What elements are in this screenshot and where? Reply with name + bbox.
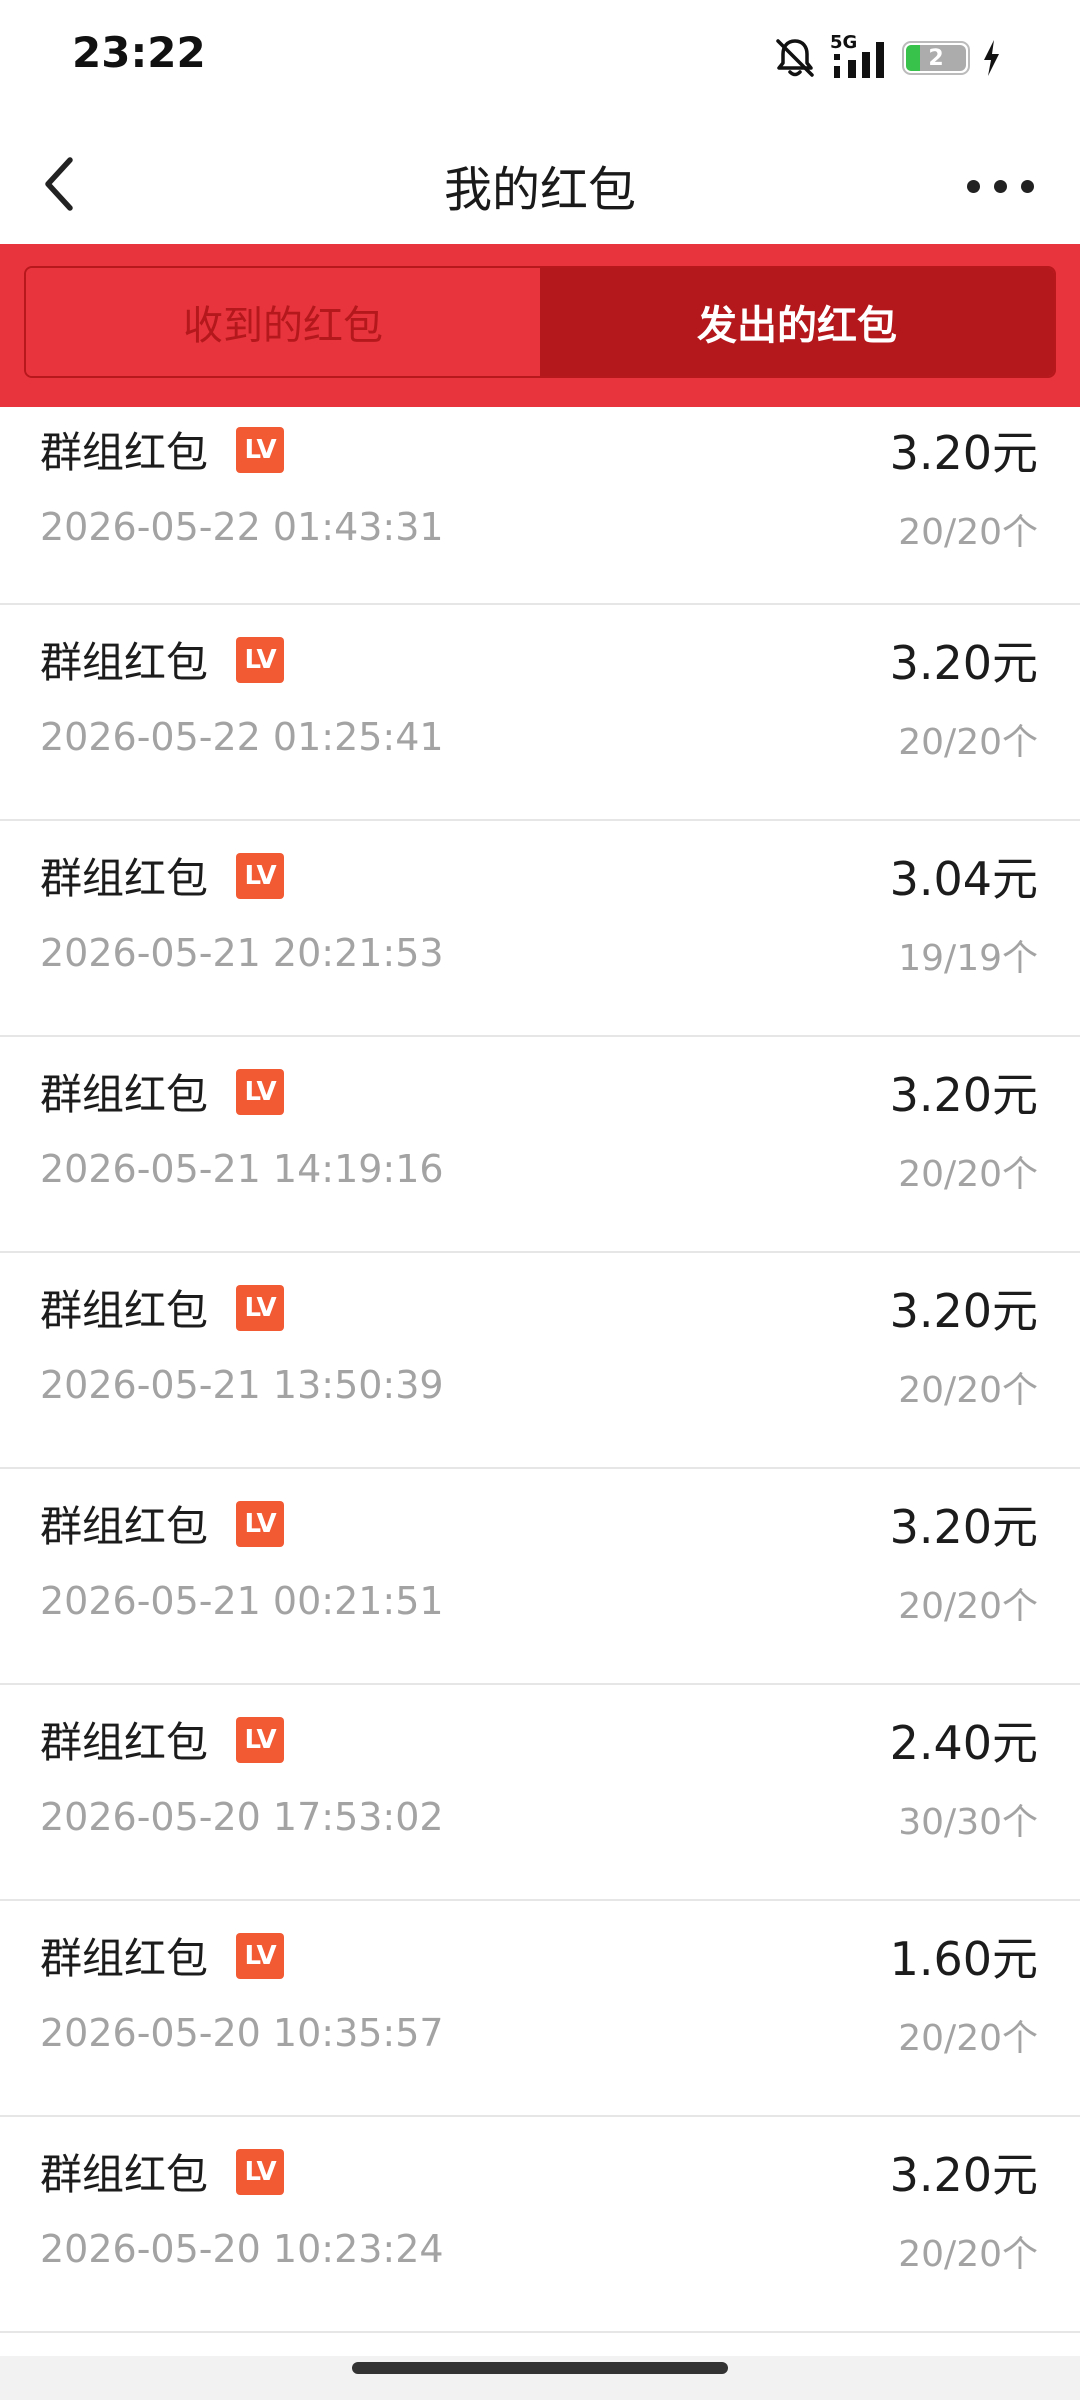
mute-bell-icon	[776, 39, 814, 77]
item-amount: 3.20元	[889, 1068, 1038, 1122]
item-time: 2026-05-21 13:50:39	[40, 1363, 444, 1407]
item-count: 20/20个	[898, 1370, 1038, 1411]
item-time: 2026-05-20 17:53:02	[40, 1795, 444, 1839]
item-title: 群组红包	[40, 1502, 209, 1551]
status-icons: 5G 2	[770, 32, 1002, 84]
signal-icon	[834, 42, 884, 78]
item-amount: 3.20元	[889, 426, 1038, 480]
item-count: 30/30个	[898, 1802, 1038, 1843]
battery-icon: 2	[902, 41, 970, 75]
list-item[interactable]: 群组红包 LV 2026-05-22 01:43:31 3.20元 20/20个	[0, 407, 1080, 605]
list-item[interactable]: 群组红包 LV 2026-05-20 10:35:57 1.60元 20/20个	[0, 1901, 1080, 2117]
item-count: 19/19个	[898, 938, 1038, 979]
more-horizontal-icon	[966, 179, 980, 193]
item-count: 20/20个	[898, 2234, 1038, 2275]
list-item[interactable]: 群组红包 LV 2026-05-21 00:21:51 3.20元 20/20个	[0, 1469, 1080, 1685]
item-time: 2026-05-21 00:21:51	[40, 1579, 444, 1623]
item-count: 20/20个	[898, 512, 1038, 553]
item-time: 2026-05-21 14:19:16	[40, 1147, 444, 1191]
signal-indicator: 5G	[830, 32, 892, 84]
level-badge: LV	[236, 1500, 285, 1547]
level-badge: LV	[236, 2148, 285, 2195]
red-packet-list: 群组红包 LV 2026-05-22 01:43:31 3.20元 20/20个…	[0, 407, 1080, 2333]
status-bar: 23:22 5G 2	[0, 0, 1080, 120]
page-title: 我的红包	[443, 162, 636, 218]
item-title: 群组红包	[40, 1718, 209, 1767]
item-count: 20/20个	[898, 722, 1038, 763]
level-badge: LV	[236, 1716, 285, 1763]
list-item[interactable]: 群组红包 LV 2026-05-21 14:19:16 3.20元 20/20个	[0, 1037, 1080, 1253]
more-button[interactable]	[950, 160, 1050, 212]
item-title: 群组红包	[40, 2150, 209, 2199]
level-badge: LV	[236, 1284, 285, 1331]
item-count: 20/20个	[898, 2018, 1038, 2059]
item-time: 2026-05-22 01:43:31	[40, 505, 444, 549]
battery-level: 2	[928, 45, 944, 71]
item-time: 2026-05-21 20:21:53	[40, 931, 444, 975]
home-gesture-bar[interactable]	[352, 2362, 728, 2374]
item-amount: 2.40元	[889, 1716, 1038, 1770]
list-item[interactable]: 群组红包 LV 2026-05-22 01:25:41 3.20元 20/20个	[0, 605, 1080, 821]
item-title: 群组红包	[40, 428, 209, 477]
tab-sent[interactable]: 发出的红包	[540, 268, 1054, 376]
level-badge: LV	[236, 1932, 285, 1979]
status-time: 23:22	[72, 28, 206, 77]
tab-received[interactable]: 收到的红包	[26, 268, 540, 376]
level-badge: LV	[236, 852, 285, 899]
item-title: 群组红包	[40, 638, 209, 687]
item-time: 2026-05-20 10:35:57	[40, 2011, 444, 2055]
level-badge: LV	[236, 636, 285, 683]
item-title: 群组红包	[40, 1286, 209, 1335]
item-amount: 3.20元	[889, 2148, 1038, 2202]
item-time: 2026-05-20 10:23:24	[40, 2227, 444, 2271]
segmented-tabs: 收到的红包 发出的红包	[24, 266, 1056, 378]
item-count: 20/20个	[898, 1586, 1038, 1627]
item-amount: 3.04元	[889, 852, 1038, 906]
list-item[interactable]: 群组红包 LV 2026-05-21 13:50:39 3.20元 20/20个	[0, 1253, 1080, 1469]
charging-icon	[984, 40, 999, 76]
list-item[interactable]: 群组红包 LV 2026-05-21 20:21:53 3.04元 19/19个	[0, 821, 1080, 1037]
item-amount: 3.20元	[889, 636, 1038, 690]
item-count: 20/20个	[898, 1154, 1038, 1195]
list-item[interactable]: 群组红包 LV 2026-05-20 10:23:24 3.20元 20/20个	[0, 2117, 1080, 2333]
list-item[interactable]: 群组红包 LV 2026-05-20 17:53:02 2.40元 30/30个	[0, 1685, 1080, 1901]
level-badge: LV	[236, 1068, 285, 1115]
item-amount: 3.20元	[889, 1500, 1038, 1554]
item-title: 群组红包	[40, 1070, 209, 1119]
level-badge: LV	[236, 426, 285, 473]
item-amount: 3.20元	[889, 1284, 1038, 1338]
item-time: 2026-05-22 01:25:41	[40, 715, 444, 759]
item-title: 群组红包	[40, 1934, 209, 1983]
tab-band: 收到的红包 发出的红包	[0, 244, 1080, 407]
item-amount: 1.60元	[889, 1932, 1038, 1986]
item-title: 群组红包	[40, 854, 209, 903]
nav-bar: 我的红包	[0, 120, 1080, 244]
